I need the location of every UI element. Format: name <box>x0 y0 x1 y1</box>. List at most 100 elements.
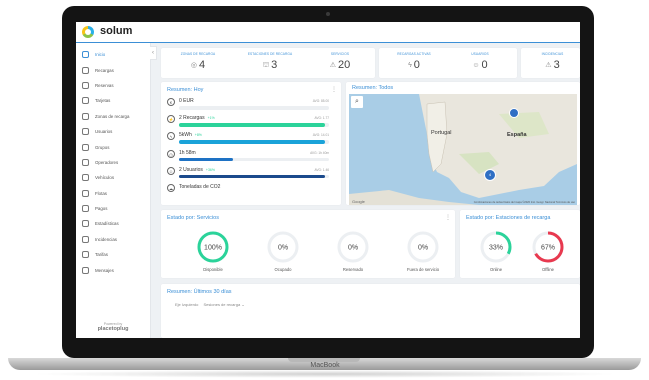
summary-value-text: 1h 58m <box>179 149 196 156</box>
sidebar-item-reservas[interactable]: Reservas <box>76 78 150 93</box>
more-options-icon[interactable]: ⋮ <box>445 214 451 221</box>
donut-label: Fuera de servicio <box>406 267 440 272</box>
sidebar-item-mensajes[interactable]: Mensajes <box>76 262 150 277</box>
summary-row-value: 2 Recargas +1% <box>179 115 215 121</box>
sidebar-item-incidencias[interactable]: Incidencias <box>76 232 150 247</box>
sidebar-item-tarifas[interactable]: Tarifas <box>76 247 150 262</box>
summary-row-icon: ⚡ <box>167 115 175 124</box>
stat-value: 4 <box>198 59 206 71</box>
donut-chart: 67% <box>532 231 564 263</box>
user-icon <box>82 128 89 136</box>
location-icon: ◎ <box>190 62 197 69</box>
card-title: Resumen: Hoy <box>167 87 204 93</box>
sidebar-collapse-button[interactable]: ‹ <box>150 46 157 60</box>
summary-30-card: Resumen: Últimos 30 días Eje Izquierdo S… <box>161 284 580 338</box>
sidebar-item-label: Tarjetas <box>95 98 111 104</box>
donut-label: Reservado <box>342 267 364 272</box>
operator-icon <box>82 158 89 166</box>
sidebar: Inicio Recargas Reservas Tarjetas Zonas de r… <box>76 43 151 338</box>
station-icon: ⛫ <box>262 61 270 69</box>
sidebar-item-flotas[interactable]: Flotas <box>76 186 150 201</box>
donut-percent: 0% <box>348 245 358 252</box>
donut-percent: 100% <box>204 245 222 252</box>
sidebar-item-label: Grupos <box>95 144 110 150</box>
home-icon <box>82 51 89 59</box>
group-icon <box>82 143 89 151</box>
summary-value-text: 2 Recargas <box>179 115 205 122</box>
card-title: Estado por: Estaciones de recarga <box>466 215 551 221</box>
stat-value: 3 <box>553 59 560 71</box>
sidebar-item-operadores[interactable]: Operadores <box>76 155 150 170</box>
sidebar-item-zonas-de-recarga[interactable]: Zonas de recarga <box>76 109 150 124</box>
sidebar-item-veh-culos[interactable]: Vehículos <box>76 170 150 185</box>
app-name: solum <box>100 25 133 37</box>
stats-icon <box>82 220 89 228</box>
map[interactable]: ⌕ Portugal España 4 Google Combinaciones… <box>349 94 577 205</box>
axis-filter[interactable]: Eje Izquierdo Sesiones de recarga ⌄ <box>175 302 245 307</box>
filter-label: Eje Izquierdo <box>175 302 199 307</box>
stat-value: 3 <box>271 59 278 71</box>
progress-track <box>179 123 329 127</box>
sidebar-item-label: Operadores <box>95 159 119 165</box>
sidebar-item-recargas[interactable]: Recargas <box>76 62 150 77</box>
map-search-icon[interactable]: ⌕ <box>351 96 363 108</box>
stats-card-incidents: INCIDENCIAS ⚠ 3 <box>521 48 580 78</box>
progress-track <box>179 140 329 144</box>
summary-delta: +36% <box>205 167 215 172</box>
app-screen: solum Inicio Recargas Reservas Tarjetas Zona… <box>76 22 580 338</box>
tariff-icon <box>82 251 89 259</box>
powered-by-brand: placetoplug <box>97 326 129 332</box>
bolt-icon <box>82 66 89 74</box>
top-bar: solum <box>76 22 580 43</box>
stat-value: 20 <box>338 59 351 71</box>
progress-track <box>179 157 329 162</box>
card-title: Resumen: Últimos 30 días <box>167 289 232 295</box>
map-label-spain: España <box>507 132 527 138</box>
webcam <box>326 12 330 16</box>
sidebar-item-inicio[interactable]: Inicio <box>76 47 150 62</box>
stat-zones: ZONAS DE RECARGA ◎ 4 <box>165 52 231 71</box>
sidebar-item-usuarios[interactable]: Usuarios <box>76 124 150 139</box>
laptop-brand: MacBook <box>310 362 340 369</box>
map-marker-icon[interactable] <box>509 108 519 118</box>
sidebar-item-label: Mensajes <box>95 267 114 273</box>
map-credit: Combinaciones de teclas Datos del mapa ©… <box>473 201 575 204</box>
map-cluster[interactable]: 4 <box>484 169 496 181</box>
summary-row-value: 5kWh +8% <box>179 132 202 138</box>
stat-stations: ESTACIONES DE RECARGA ⛫ 3 <box>235 52 305 71</box>
sidebar-item-grupos[interactable]: Grupos <box>76 139 150 154</box>
summary-row-icon: ☺ <box>167 166 175 175</box>
donut-reservado: 0% Reservado <box>333 230 373 272</box>
sidebar-item-label: Inicio <box>95 52 106 58</box>
donut-label: Offline <box>541 267 555 272</box>
car-icon <box>82 174 89 182</box>
sidebar-item-label: Zonas de recarga <box>95 113 130 119</box>
message-icon <box>82 266 89 274</box>
progress-track <box>179 106 329 110</box>
sidebar-item-label: Flotas <box>95 190 107 196</box>
summary-average: AVG: 1h 40m <box>310 150 329 155</box>
donut-ocupado: 0% Ocupado <box>263 230 303 272</box>
donut-percent: 33% <box>489 245 503 252</box>
sidebar-item-estad-sticas[interactable]: Estadísticas <box>76 216 150 231</box>
donut-chart: 0% <box>407 231 439 263</box>
summary-today-card: Resumen: Hoy ⋮ €0 EUR AVG: 85.00 ⚡ 2 Recarg… <box>161 82 341 205</box>
stat-label: INCIDENCIAS <box>541 52 564 56</box>
progress-fill <box>179 123 325 127</box>
sidebar-item-pagos[interactable]: Pagos <box>76 201 150 216</box>
summary-row-icon: € <box>167 98 175 106</box>
sidebar-item-tarjetas[interactable]: Tarjetas <box>76 93 150 108</box>
alert-icon: ⚠ <box>545 62 552 69</box>
summary-value-text: Toneladas de CO2 <box>179 184 221 190</box>
summary-average: AVG: 1.77 <box>314 116 329 121</box>
solum-logo-icon <box>82 26 94 38</box>
sidebar-item-label: Reservas <box>95 82 114 88</box>
more-options-icon[interactable]: ⋮ <box>331 86 337 93</box>
stat-services: SERVICIOS ⚠ 20 <box>309 52 371 71</box>
donut-label: Disponible <box>203 267 223 272</box>
bolt-icon: ϟ <box>408 61 412 69</box>
status-stations-card: Estado por: Estaciones de recarga 33% Onl… <box>460 210 580 278</box>
donut-label: Online <box>489 267 503 272</box>
calendar-icon <box>82 81 89 89</box>
stat-label: SERVICIOS <box>330 52 350 56</box>
